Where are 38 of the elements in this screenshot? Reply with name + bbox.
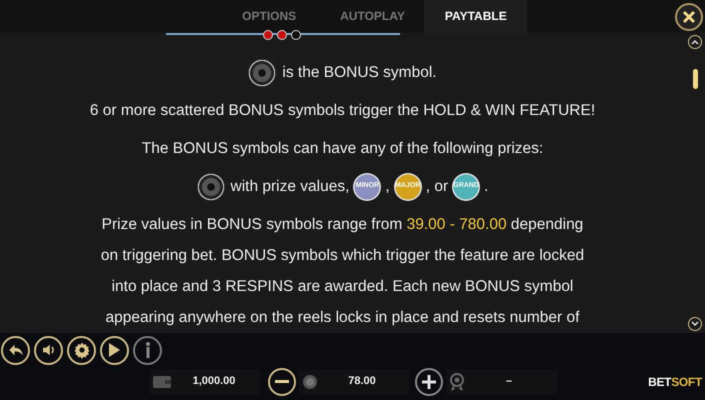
- tab[interactable]: AUTOPLAY: [320, 0, 424, 33]
- award-icon: [450, 372, 464, 391]
- scroll-up-button[interactable]: [688, 34, 702, 49]
- chevron-down-icon: [691, 320, 699, 327]
- scrollbar-thumb[interactable]: [692, 68, 698, 89]
- chevron-up-icon: [691, 38, 699, 45]
- sound-button[interactable]: [34, 336, 63, 365]
- back-button[interactable]: [1, 336, 30, 365]
- bonus-symbol-icon: [248, 58, 276, 87]
- decrease-bet-button[interactable]: [268, 368, 296, 396]
- close-button[interactable]: [675, 3, 703, 31]
- info-icon: [146, 342, 150, 358]
- brand-logo: BETSOFT: [648, 374, 702, 391]
- prize-description: Prize values in BONUS symbols range from 39.00 - 780.00 depending on triggering bet. BONUS symbols which trigger the feature are locked into place and 3 RESPINS are awarded. Each new BONUS symbol appearing anywhere on the reels locks in place and resets number of: [100, 214, 584, 328]
- tab[interactable]: OPTIONS: [218, 0, 321, 33]
- bet-value: 78.00: [347, 374, 377, 390]
- settings-button[interactable]: [67, 336, 96, 365]
- prize-text: with prize values,: [230, 177, 350, 198]
- coins-icon: [302, 374, 318, 390]
- plus-icon: [422, 374, 436, 389]
- autoplay-button[interactable]: [100, 336, 129, 365]
- win-value: –: [504, 374, 514, 390]
- punctuation: ,: [385, 177, 390, 198]
- settings-icon: [72, 341, 90, 360]
- punctuation: , or: [426, 177, 448, 198]
- balance-value: 1,000.00: [192, 374, 236, 390]
- tab[interactable]: PAYTABLE: [424, 0, 528, 33]
- close-icon: [682, 10, 696, 24]
- rule-text: 6 or more scattered BONUS symbols trigger the HOLD & WIN FEATURE!: [90, 100, 596, 121]
- scroll-down-button[interactable]: [688, 316, 702, 331]
- punctuation: .: [484, 177, 488, 198]
- rule-text: The BONUS symbols can have any of the following prizes:: [142, 138, 544, 159]
- bonus-symbol-icon: [196, 172, 225, 201]
- minus-icon: [275, 380, 289, 384]
- wallet-icon: [153, 376, 171, 388]
- bonus-text: is the BONUS symbol.: [282, 63, 437, 84]
- increase-bet-button[interactable]: [415, 368, 443, 396]
- play-icon: [109, 343, 120, 358]
